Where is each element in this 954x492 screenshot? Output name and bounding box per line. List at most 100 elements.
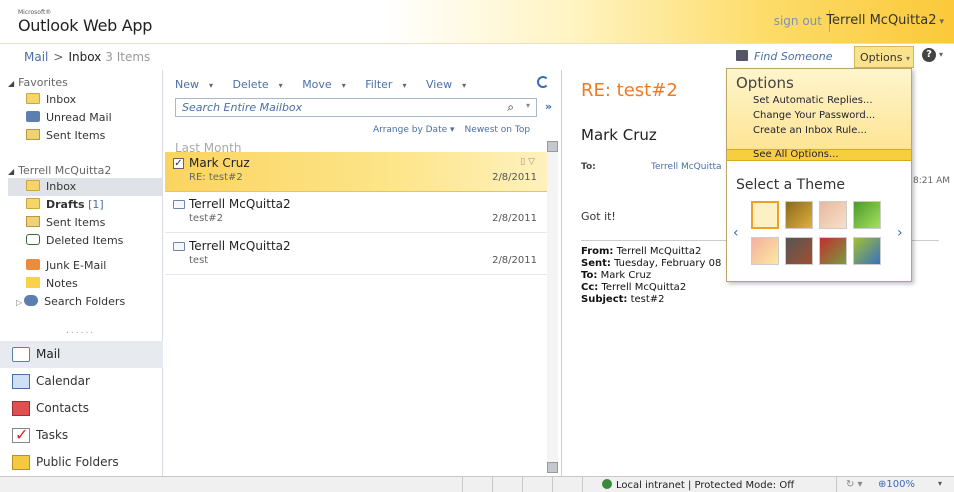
breadcrumb-row: Mail > Inbox 3 Items Find Someone bbox=[0, 44, 954, 70]
folder-search-folders[interactable]: ▷ Search Folders bbox=[8, 293, 162, 311]
find-someone-link[interactable]: Find Someone bbox=[736, 50, 833, 63]
quoted-sent-label: Sent: bbox=[581, 258, 611, 269]
message-from: Terrell McQuitta2 bbox=[189, 239, 291, 253]
top-bar: Microsoft® Outlook Web App sign out Terr… bbox=[0, 0, 954, 44]
module-contacts[interactable]: Contacts bbox=[0, 395, 163, 422]
deleted-items-icon bbox=[26, 234, 40, 245]
expand-triangle-icon[interactable]: ▷ bbox=[16, 298, 22, 307]
sender-name[interactable]: Mark Cruz bbox=[581, 126, 657, 144]
contacts-icon bbox=[12, 401, 30, 416]
favorites-header[interactable]: ◢ Favorites bbox=[8, 76, 68, 89]
message-from: Mark Cruz bbox=[189, 156, 250, 170]
arrange-caret-icon: ▾ bbox=[450, 125, 455, 135]
folder-drafts[interactable]: Drafts [1] bbox=[8, 196, 162, 214]
options-button[interactable]: Options ▾ bbox=[854, 46, 914, 68]
favorite-inbox[interactable]: Inbox bbox=[8, 91, 162, 109]
protected-mode-icon[interactable]: ↻ ▾ bbox=[846, 479, 863, 490]
create-inbox-rule-link[interactable]: Create an Inbox Rule... bbox=[753, 125, 867, 136]
message-date: 2/8/2011 bbox=[492, 172, 537, 183]
user-name: Terrell McQuitta2 bbox=[826, 13, 937, 28]
see-all-options-link[interactable]: See All Options... bbox=[753, 149, 839, 160]
search-options-caret-icon[interactable]: ▾ bbox=[526, 101, 530, 110]
view-label: View bbox=[425, 78, 453, 91]
view-button[interactable]: View ▾ bbox=[426, 78, 474, 91]
folder-sent-items[interactable]: Sent Items bbox=[8, 214, 162, 232]
status-divider bbox=[462, 477, 463, 492]
filter-button[interactable]: Filter ▾ bbox=[365, 78, 414, 91]
filter-caret-icon: ▾ bbox=[402, 81, 407, 90]
module-public-folders[interactable]: Public Folders bbox=[0, 449, 163, 476]
message-subject: RE: test#2 bbox=[189, 172, 243, 183]
zoom-control[interactable]: ⊕100% bbox=[878, 479, 915, 490]
folder-notes[interactable]: Notes bbox=[8, 275, 162, 293]
theme-thumbnail[interactable] bbox=[785, 201, 813, 229]
help-caret-icon[interactable]: ▾ bbox=[939, 50, 943, 59]
module-tasks[interactable]: Tasks bbox=[0, 422, 163, 449]
sign-out-link[interactable]: sign out bbox=[774, 14, 822, 28]
options-menu: Options Set Automatic Replies... Change … bbox=[726, 68, 912, 282]
quoted-sent: Tuesday, February 08 bbox=[614, 258, 722, 269]
folder-deleted-items[interactable]: Deleted Items bbox=[8, 232, 162, 250]
favorite-sent-label: Sent Items bbox=[46, 129, 106, 142]
set-automatic-replies-link[interactable]: Set Automatic Replies... bbox=[753, 95, 873, 106]
delete-button[interactable]: Delete ▾ bbox=[233, 78, 291, 91]
theme-thumbnail[interactable] bbox=[853, 237, 881, 265]
recipient-name[interactable]: Terrell McQuitta bbox=[651, 162, 722, 172]
favorite-inbox-label: Inbox bbox=[46, 93, 77, 106]
security-zone[interactable]: Local intranet | Protected Mode: Off bbox=[602, 479, 794, 491]
theme-thumbnail[interactable] bbox=[751, 201, 779, 229]
arrange-by-label: Arrange by Date bbox=[373, 125, 448, 135]
move-label: Move bbox=[302, 78, 332, 91]
theme-prev-icon[interactable]: ‹ bbox=[733, 225, 739, 241]
pane-resize-handle[interactable]: ...... bbox=[66, 326, 95, 336]
message-row[interactable]: Terrell McQuitta2 test#2 2/8/2011 bbox=[165, 193, 547, 233]
theme-thumbnail[interactable] bbox=[751, 237, 779, 265]
message-checkbox[interactable]: ✓ bbox=[173, 158, 184, 169]
scroll-up-arrow-icon[interactable] bbox=[547, 141, 558, 152]
message-row[interactable]: Terrell McQuitta2 test 2/8/2011 bbox=[165, 235, 547, 275]
list-scrollbar[interactable] bbox=[547, 141, 558, 473]
quoted-subject: test#2 bbox=[630, 294, 665, 305]
quoted-to: Mark Cruz bbox=[600, 270, 652, 281]
quoted-from: Terrell McQuitta2 bbox=[616, 246, 702, 257]
favorite-unread-mail[interactable]: Unread Mail bbox=[8, 109, 162, 127]
to-label: To: bbox=[581, 162, 596, 172]
search-input[interactable]: Search Entire Mailbox ⌕ ▾ bbox=[175, 98, 537, 117]
theme-thumbnail[interactable] bbox=[819, 201, 847, 229]
module-calendar[interactable]: Calendar bbox=[0, 368, 163, 395]
move-button[interactable]: Move ▾ bbox=[302, 78, 354, 91]
module-calendar-label: Calendar bbox=[36, 374, 90, 388]
expand-search-icon[interactable]: » bbox=[545, 100, 552, 113]
theme-thumbnail[interactable] bbox=[853, 201, 881, 229]
zoom-caret-icon[interactable]: ▾ bbox=[938, 479, 942, 488]
status-divider bbox=[552, 477, 553, 492]
refresh-icon[interactable] bbox=[537, 76, 549, 88]
search-icon[interactable]: ⌕ bbox=[507, 100, 514, 115]
folder-inbox[interactable]: Inbox bbox=[8, 178, 162, 196]
sort-order-button[interactable]: Newest on Top bbox=[465, 125, 531, 135]
find-someone-label: Find Someone bbox=[754, 50, 833, 63]
folder-junk-email[interactable]: Junk E-Mail bbox=[8, 257, 162, 275]
options-caret-icon: ▾ bbox=[905, 54, 910, 63]
view-caret-icon: ▾ bbox=[462, 81, 467, 90]
theme-thumbnail[interactable] bbox=[819, 237, 847, 265]
new-button[interactable]: New ▾ bbox=[175, 78, 221, 91]
folder-drafts-label: Drafts bbox=[46, 198, 85, 211]
account-header[interactable]: ◢ Terrell McQuitta2 bbox=[8, 164, 111, 177]
breadcrumb-mail[interactable]: Mail bbox=[24, 50, 48, 64]
quoted-cc-label: Cc: bbox=[581, 282, 599, 293]
theme-thumbnail[interactable] bbox=[785, 237, 813, 265]
favorite-sent-items[interactable]: Sent Items bbox=[8, 127, 162, 145]
notes-icon bbox=[26, 277, 40, 288]
module-mail[interactable]: Mail bbox=[0, 341, 163, 368]
message-row[interactable]: ✓ Mark Cruz RE: test#2 ▯ ▽ 2/8/2011 bbox=[165, 152, 547, 192]
change-password-link[interactable]: Change Your Password... bbox=[753, 110, 875, 121]
theme-next-icon[interactable]: › bbox=[897, 225, 903, 241]
tasks-icon bbox=[12, 425, 30, 444]
scroll-down-arrow-icon[interactable] bbox=[547, 462, 558, 473]
arrange-by-button[interactable]: Arrange by Date ▾ bbox=[373, 125, 455, 135]
help-icon[interactable]: ? bbox=[922, 48, 936, 62]
quoted-cc: Terrell McQuitta2 bbox=[601, 282, 687, 293]
flag-icon[interactable]: ▯ ▽ bbox=[520, 157, 535, 167]
user-menu[interactable]: Terrell McQuitta2 ▾ bbox=[826, 13, 944, 28]
